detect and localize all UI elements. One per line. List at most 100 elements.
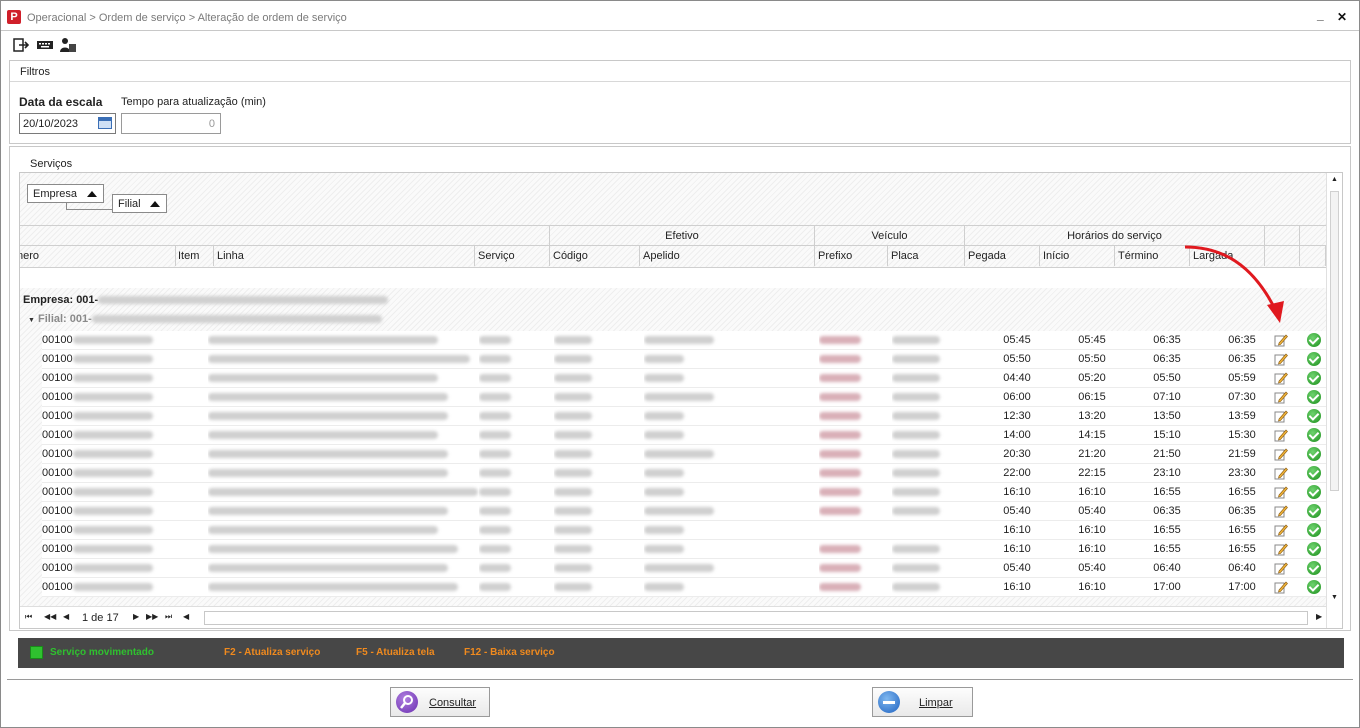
filter-row[interactable] [20,267,1326,288]
check-icon[interactable] [1307,428,1321,442]
check-icon[interactable] [1307,352,1321,366]
table-row[interactable]: 00100 12:30 13:20 13:50 13:59 [42,407,1326,426]
servico-cell [479,502,519,521]
redacted-text [644,545,684,554]
col-pegada[interactable]: Pegada [965,246,1040,266]
col-termino[interactable]: Término [1115,246,1190,266]
keyboard-icon[interactable] [36,37,54,53]
linha-cell [208,369,448,388]
table-row[interactable]: 00100 22:00 22:15 23:10 23:30 [42,464,1326,483]
redacted-text [892,583,940,592]
edit-icon[interactable] [1274,447,1288,461]
prev-page-icon[interactable]: ◀ [63,612,69,621]
check-icon[interactable] [1307,447,1321,461]
numero-cell: 00100 [42,578,192,597]
next-block-icon[interactable]: ▶▶ [146,612,158,621]
col-inicio[interactable]: Início [1040,246,1115,266]
collapse-icon[interactable]: ▼ [28,317,35,324]
check-icon[interactable] [1307,371,1321,385]
edit-icon[interactable] [1274,504,1288,518]
table-row[interactable]: 00100 05:50 05:50 06:35 06:35 [42,350,1326,369]
horizontal-scrollbar[interactable] [204,611,1308,625]
edit-icon[interactable] [1274,542,1288,556]
edit-icon[interactable] [1274,561,1288,575]
last-page-icon[interactable]: ⏭ [165,612,172,622]
check-icon[interactable] [1307,485,1321,499]
group-row-empresa[interactable]: Empresa: 001- [20,292,1326,311]
first-page-icon[interactable]: ⏮ [25,612,32,622]
redacted-text [644,431,684,440]
minimize-button[interactable]: _ [1317,8,1324,22]
vertical-scrollbar[interactable]: ▲ ▼ [1326,173,1342,628]
table-row[interactable]: 00100 16:10 16:10 17:00 17:00 [42,578,1326,597]
check-icon[interactable] [1307,542,1321,556]
table-row[interactable]: 00100 14:00 14:15 15:10 15:30 [42,426,1326,445]
table-row[interactable]: 00100 16:10 16:10 16:55 16:55 [42,521,1326,540]
table-row[interactable]: 00100 20:30 21:20 21:50 21:59 [42,445,1326,464]
band-empty [20,226,550,246]
prefixo-cell [819,426,869,445]
col-placa[interactable]: Placa [888,246,965,266]
group-chip-empresa[interactable]: Empresa [27,184,104,203]
table-row[interactable]: 00100 16:10 16:10 16:55 16:55 [42,483,1326,502]
scroll-thumb[interactable] [1330,191,1339,491]
edit-icon[interactable] [1274,371,1288,385]
refresh-time-input[interactable]: 0 [121,113,221,134]
edit-icon[interactable] [1274,409,1288,423]
edit-icon[interactable] [1274,485,1288,499]
col-linha[interactable]: Linha [214,246,475,266]
table-row[interactable]: 00100 06:00 06:15 07:10 07:30 [42,388,1326,407]
users-icon[interactable] [59,37,77,53]
check-icon[interactable] [1307,390,1321,404]
consultar-button[interactable]: Consultar [390,687,490,717]
edit-icon[interactable] [1274,352,1288,366]
edit-icon[interactable] [1274,580,1288,594]
check-icon[interactable] [1307,561,1321,575]
col-apelido[interactable]: Apelido [640,246,815,266]
col-numero[interactable]: nero [20,246,176,266]
close-button[interactable]: ✕ [1337,10,1347,24]
check-icon[interactable] [1307,504,1321,518]
linha-cell [208,331,448,350]
table-row[interactable]: 00100 05:45 05:45 06:35 06:35 [42,331,1326,350]
check-icon[interactable] [1307,409,1321,423]
group-row-filial[interactable]: ▼ Filial: 001- [20,311,1326,330]
check-icon[interactable] [1307,523,1321,537]
redacted-text [892,431,940,440]
scroll-right-icon[interactable]: ▶ [1316,612,1322,621]
calendar-icon[interactable] [98,117,112,129]
col-codigo[interactable]: Código [550,246,640,266]
col-servico[interactable]: Serviço [475,246,550,266]
exit-icon[interactable] [13,37,29,53]
col-prefixo[interactable]: Prefixo [815,246,888,266]
next-page-icon[interactable]: ▶ [133,612,139,621]
codigo-cell [554,483,604,502]
table-row[interactable]: 00100 04:40 05:20 05:50 05:59 [42,369,1326,388]
edit-icon[interactable] [1274,390,1288,404]
check-icon[interactable] [1307,466,1321,480]
scroll-up-icon[interactable]: ▲ [1331,176,1338,183]
edit-icon[interactable] [1274,466,1288,480]
edit-icon[interactable] [1274,428,1288,442]
table-row[interactable]: 00100 05:40 05:40 06:35 06:35 [42,502,1326,521]
largada-cell: 07:30 [1228,391,1256,403]
col-item[interactable]: Item [175,246,214,266]
group-chip-filial[interactable]: Filial [112,194,167,213]
check-icon[interactable] [1307,580,1321,594]
redacted-text [644,374,684,383]
servico-cell [479,483,519,502]
prev-block-icon[interactable]: ◀◀ [44,612,56,621]
largada-cell: 13:59 [1228,410,1256,422]
scroll-left-icon[interactable]: ◀ [183,612,189,621]
redacted-text [644,526,684,535]
redacted-text [208,507,448,516]
edit-icon[interactable] [1274,523,1288,537]
scroll-down-icon[interactable]: ▼ [1331,594,1338,601]
table-row[interactable]: 00100 16:10 16:10 16:55 16:55 [42,540,1326,559]
termino-cell: 15:10 [1153,429,1181,441]
edit-icon[interactable] [1274,333,1288,347]
table-row[interactable]: 00100 05:40 05:40 06:40 06:40 [42,559,1326,578]
date-input[interactable]: 20/10/2023 [19,113,116,134]
check-icon[interactable] [1307,333,1321,347]
limpar-button[interactable]: Limpar [872,687,973,717]
